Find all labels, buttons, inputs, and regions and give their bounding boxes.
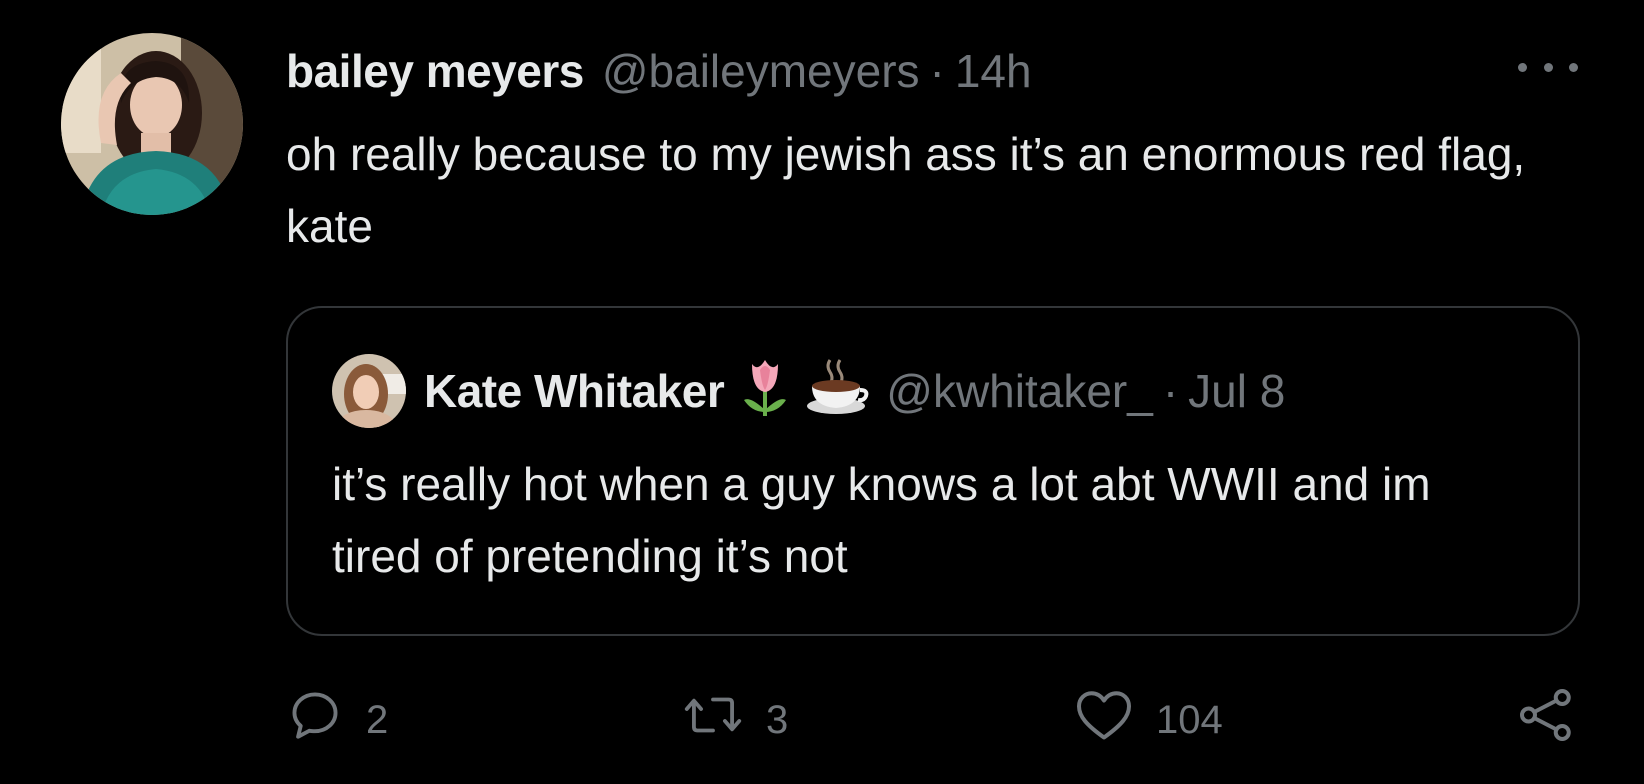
quoted-tweet-text: it’s really hot when a guy knows a lot a…	[332, 458, 1431, 582]
reply-button[interactable]: 2	[286, 690, 388, 750]
tulip-emoji-icon	[740, 356, 790, 427]
author-avatar[interactable]	[61, 33, 243, 215]
quoted-author-handle[interactable]: @kwhitaker_	[886, 364, 1153, 418]
header-separator: ·	[929, 45, 945, 97]
like-button[interactable]: 104	[1074, 690, 1223, 750]
tweet-text: oh really because to my jewish ass it’s …	[286, 128, 1526, 252]
author-display-name[interactable]: bailey meyers	[286, 44, 584, 98]
tweet-header: bailey meyers @baileymeyers · 14h	[286, 38, 1032, 104]
quoted-author-display-name[interactable]: Kate Whitaker	[424, 364, 725, 418]
retweet-button[interactable]: 3	[682, 690, 788, 750]
tweet-timestamp[interactable]: 14h	[955, 44, 1032, 98]
quoted-tweet[interactable]: Kate Whitaker @kwhitaker_ · Jul 8 it’s r…	[286, 306, 1580, 636]
reply-icon	[286, 686, 344, 754]
more-dot	[1518, 62, 1527, 72]
tweet-actions: 2 3 104	[286, 689, 1582, 750]
tweet[interactable]: bailey meyers @baileymeyers · 14h oh rea…	[0, 0, 1644, 784]
quoted-author-avatar[interactable]	[332, 354, 406, 428]
reply-count: 2	[366, 697, 389, 742]
more-icon[interactable]	[1518, 52, 1578, 82]
heart-icon	[1074, 687, 1134, 753]
retweet-count: 3	[766, 697, 789, 742]
hot-beverage-emoji-icon	[806, 356, 870, 427]
retweet-icon	[682, 686, 744, 754]
share-icon	[1516, 685, 1576, 755]
like-count: 104	[1156, 697, 1223, 742]
quoted-tweet-header: Kate Whitaker @kwhitaker_ · Jul 8	[424, 358, 1285, 424]
author-handle[interactable]: @baileymeyers	[602, 44, 920, 98]
more-dot	[1569, 62, 1578, 72]
quoted-header-separator: ·	[1162, 365, 1179, 417]
more-dot	[1543, 62, 1553, 72]
share-button[interactable]	[1516, 689, 1576, 750]
quoted-tweet-timestamp[interactable]: Jul 8	[1188, 364, 1285, 418]
